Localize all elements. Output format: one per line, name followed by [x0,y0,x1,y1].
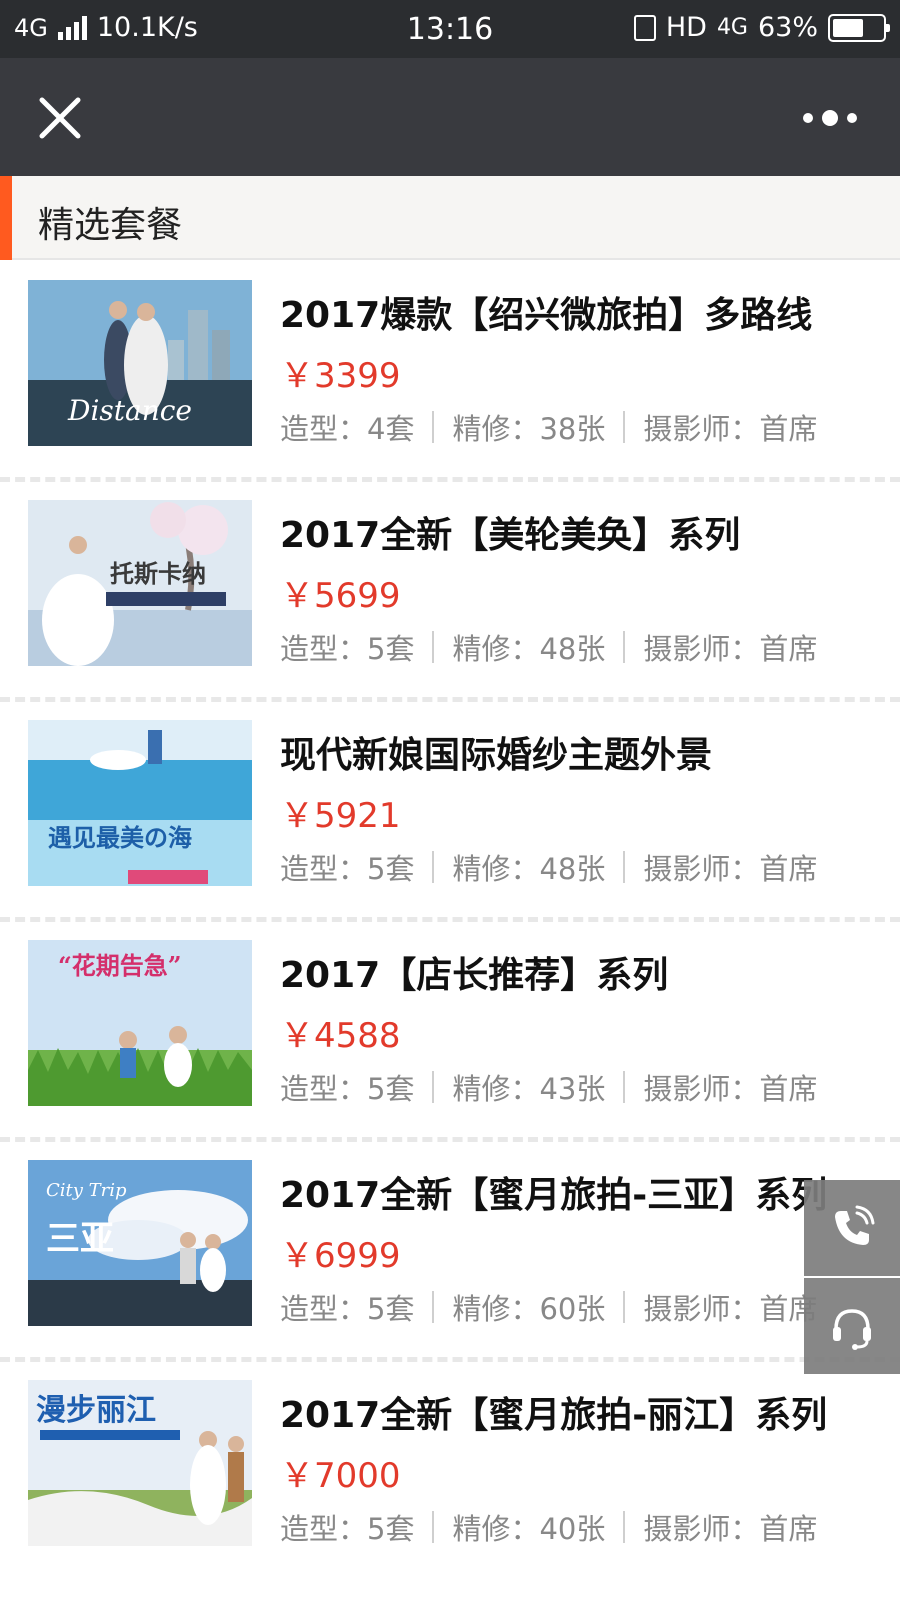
package-retouch: 精修：43张 [452,1072,606,1106]
package-photographer: 摄影师：首席 [643,852,818,886]
package-name: 2017全新【蜜月旅拍-丽江】系列 [280,1395,828,1436]
package-photographer: 摄影师：首席 [643,412,818,446]
vibrate-icon [633,14,656,41]
package-item[interactable]: 托斯卡纳 2017全新【美轮美奂】系列 ￥5699 造型：5套 精修：48张 摄… [0,482,900,702]
package-thumbnail: City Trip 三亚 [28,1160,252,1326]
svg-text:City Trip: City Trip [46,1180,127,1201]
headset-icon [833,1309,871,1350]
package-retouch: 精修：48张 [452,852,606,886]
package-specs: 造型：5套 精修：48张 摄影师：首席 [280,626,817,668]
package-photographer: 摄影师：首席 [643,1292,818,1326]
package-retouch: 精修：40张 [452,1512,606,1546]
battery-percent: 63% [757,12,818,43]
more-button[interactable] [790,93,870,143]
close-icon [39,97,81,139]
section-header: 精选套餐 [0,176,900,260]
svg-text:Distance: Distance [67,394,192,427]
package-thumbnail: 漫步丽江 [28,1380,252,1546]
package-styles: 造型：5套 [280,1292,415,1326]
package-styles: 造型：5套 [280,1072,415,1106]
package-styles: 造型：4套 [280,412,415,446]
divider [432,411,435,443]
close-button[interactable] [30,88,90,148]
package-price: ￥4588 [280,1016,401,1056]
divider [432,1511,435,1543]
divider [623,1071,626,1103]
divider [623,1511,626,1543]
customer-service-button[interactable] [804,1278,900,1374]
package-specs: 造型：5套 精修：40张 摄影师：首席 [280,1506,817,1548]
package-price: ￥3399 [280,356,401,396]
package-styles: 造型：5套 [280,1512,415,1546]
package-specs: 造型：5套 精修：48张 摄影师：首席 [280,846,817,888]
package-styles: 造型：5套 [280,632,415,666]
package-retouch: 精修：48张 [452,632,606,666]
hd-label: HD [665,12,707,43]
package-name: 2017全新【蜜月旅拍-三亚】系列 [280,1175,828,1216]
svg-text:遇见最美の海: 遇见最美の海 [48,823,192,852]
package-thumbnail: 托斯卡纳 [28,500,252,666]
phone-icon [835,1205,875,1245]
section-accent-bar [0,176,12,260]
package-list: Distance 2017爆款【绍兴微旅拍】多路线 ￥3399 造型：4套 精修… [0,262,900,1582]
divider [432,1291,435,1323]
package-name: 2017爆款【绍兴微旅拍】多路线 [280,295,813,336]
divider [432,1071,435,1103]
svg-text:三亚: 三亚 [46,1219,114,1259]
package-thumbnail: 遇见最美の海 [28,720,252,886]
package-specs: 造型：5套 精修：43张 摄影师：首席 [280,1066,817,1108]
more-icon [803,110,857,126]
package-name: 2017【店长推荐】系列 [280,955,669,996]
package-thumbnail: “花期告急” [28,940,252,1106]
package-price: ￥5921 [280,796,401,836]
status-bar: 4G 10.1K/s 13:16 HD 4G 63% [0,0,900,58]
package-retouch: 精修：60张 [452,1292,606,1326]
svg-text:托斯卡纳: 托斯卡纳 [110,559,206,588]
nav-bar [0,58,900,176]
package-item[interactable]: City Trip 三亚 2017全新【蜜月旅拍-三亚】系列 ￥6999 造型：… [0,1142,900,1362]
package-styles: 造型：5套 [280,852,415,886]
floating-actions [804,1180,900,1374]
battery-icon [828,13,890,42]
package-price: ￥7000 [280,1456,401,1496]
package-photographer: 摄影师：首席 [643,1512,818,1546]
package-specs: 造型：5套 精修：60张 摄影师：首席 [280,1286,817,1328]
package-price: ￥5699 [280,576,401,616]
svg-text:“花期告急”: “花期告急” [58,951,182,980]
call-button[interactable] [804,1180,900,1276]
package-name: 现代新娘国际婚纱主题外景 [280,735,713,776]
package-specs: 造型：4套 精修：38张 摄影师：首席 [280,406,817,448]
divider [623,851,626,883]
package-item[interactable]: 遇见最美の海 现代新娘国际婚纱主题外景 ￥5921 造型：5套 精修：48张 摄… [0,702,900,922]
divider [623,1291,626,1323]
package-item[interactable]: “花期告急” 2017【店长推荐】系列 ￥4588 造型：5套 精修：43张 摄… [0,922,900,1142]
package-photographer: 摄影师：首席 [643,1072,818,1106]
package-photographer: 摄影师：首席 [643,632,818,666]
package-retouch: 精修：38张 [452,412,606,446]
divider [623,411,626,443]
package-item[interactable]: Distance 2017爆款【绍兴微旅拍】多路线 ￥3399 造型：4套 精修… [0,262,900,482]
package-thumbnail: Distance [28,280,252,446]
section-title: 精选套餐 [38,205,183,246]
divider [623,631,626,663]
network-type-2: 4G [716,15,748,40]
package-item[interactable]: 漫步丽江 2017全新【蜜月旅拍-丽江】系列 ￥7000 造型：5套 精修：40… [0,1362,900,1582]
divider [432,851,435,883]
package-price: ￥6999 [280,1236,401,1276]
svg-text:漫步丽江: 漫步丽江 [36,1393,156,1428]
package-name: 2017全新【美轮美奂】系列 [280,515,741,556]
divider [432,631,435,663]
